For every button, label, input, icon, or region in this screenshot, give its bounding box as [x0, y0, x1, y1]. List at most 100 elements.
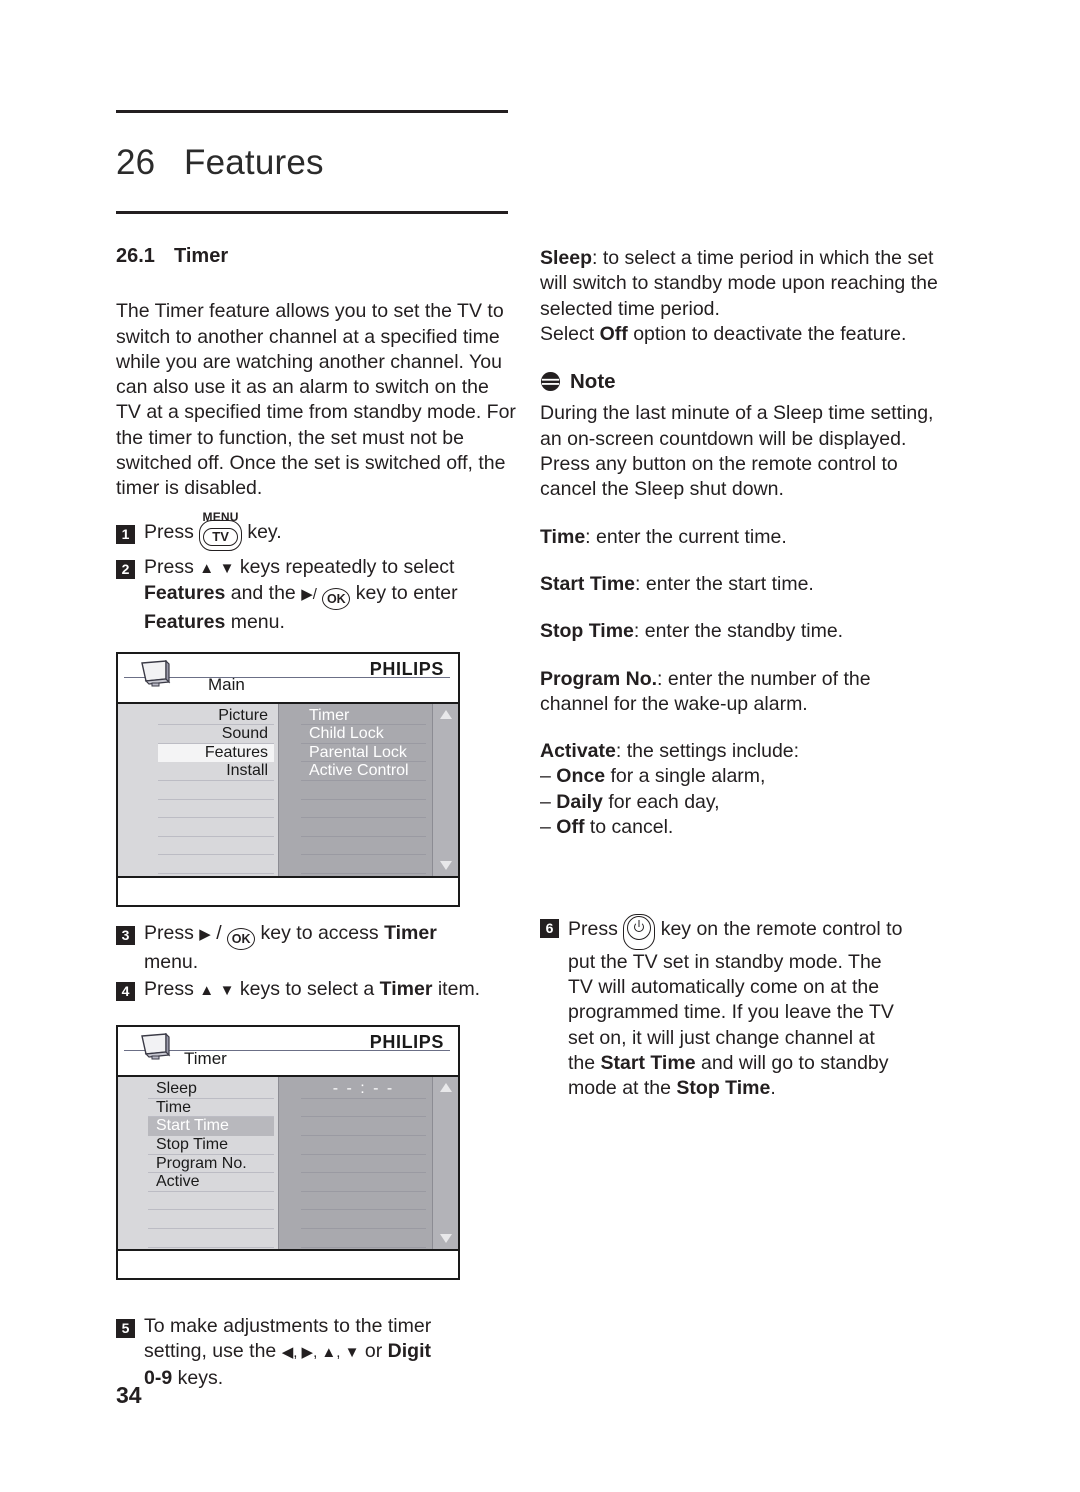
sleep-definition: Sleep: to select a time period in which … — [540, 246, 940, 322]
step-6-press: Press — [568, 918, 618, 941]
osd-timer-item-start-time[interactable]: Start Time — [148, 1117, 274, 1136]
osd-main-item-features[interactable]: Features — [158, 743, 274, 763]
osd-main-sub-empty-row — [301, 837, 426, 856]
chapter-number: 26 — [116, 143, 156, 182]
ok-key[interactable]: OK — [322, 588, 351, 611]
note-icon — [540, 372, 561, 392]
osd-main-empty-row — [158, 800, 274, 819]
osd-main-sub-empty-row — [301, 818, 426, 837]
option-dash: – — [540, 790, 551, 813]
osd-timer-right-list: - - : - - — [278, 1077, 432, 1250]
step-6-body: Press key on the remote control to put t… — [568, 914, 940, 1101]
step-3-body: Press ▶ / OK key to access Timer menu. — [144, 921, 516, 975]
note-heading: Note — [540, 369, 940, 394]
osd-timer-item-time[interactable]: Time — [148, 1099, 274, 1118]
activate-option-once: – Once for a single alarm, — [540, 764, 940, 789]
menu-tv-key[interactable]: MENU TV — [199, 510, 242, 551]
activate-definition: Activate: the settings include: — [540, 739, 940, 764]
step-2-badge: 2 — [116, 559, 135, 579]
ok-key[interactable]: OK — [227, 927, 256, 950]
step-1-press: Press — [144, 520, 194, 543]
time-term: Time — [540, 525, 586, 548]
step-5-line1: To make adjustments to the timer — [144, 1315, 432, 1338]
activate-option-daily: – Daily for each day, — [540, 790, 940, 815]
step-6-stop-time-bold: Stop Time — [676, 1077, 771, 1100]
timer-intro-paragraph: The Timer feature allows you to set the … — [116, 300, 516, 500]
osd-timer-item-active[interactable]: Active — [148, 1173, 274, 1192]
osd-main-sub-child-lock[interactable]: Child Lock — [301, 725, 426, 744]
step-5-line2-b: or — [364, 1340, 383, 1363]
power-standby-key[interactable] — [623, 914, 656, 950]
osd-timer-item-sleep[interactable]: Sleep — [148, 1080, 274, 1099]
step-4-press: Press — [144, 977, 194, 1000]
step-5-line2-a: setting, use the — [144, 1340, 277, 1363]
manual-page: 26 Features 26.1 Timer The Timer feature… — [0, 0, 1080, 1492]
osd-timer-value-empty-row — [301, 1192, 426, 1211]
philips-logo: PHILIPS — [369, 658, 444, 679]
right-arrow-icon: ▶ — [199, 925, 211, 943]
osd-timer-value-empty-row — [301, 1210, 426, 1229]
activate-term: Activate — [540, 740, 616, 763]
option-dash: – — [540, 765, 551, 788]
osd-timer-value-empty-row — [301, 1229, 426, 1248]
osd-main-item-picture[interactable]: Picture — [158, 707, 274, 726]
osd-main-sub-parental-lock[interactable]: Parental Lock — [301, 744, 426, 763]
chapter-title-row: 26 Features — [116, 113, 508, 205]
sleep-off-bold: Off — [599, 322, 628, 345]
osd-main-body: Picture Sound Features Install Timer Chi… — [118, 703, 458, 876]
down-arrow-icon: ▼ — [219, 981, 235, 999]
scroll-up-icon[interactable] — [439, 1083, 452, 1093]
option-off-rest: to cancel. — [589, 816, 674, 839]
step-2: 2 Press ▲ ▼ keys repeatedly to select Fe… — [116, 555, 516, 636]
step-6-line6-b: and will go to standby — [700, 1051, 889, 1074]
osd-main-item-sound[interactable]: Sound — [158, 725, 274, 744]
step-4-text: keys to select a — [239, 977, 375, 1000]
osd-main-sub-active-control[interactable]: Active Control — [301, 762, 426, 781]
step-2-and-the: and the — [230, 582, 296, 605]
osd-main-scrollbar[interactable] — [432, 703, 458, 876]
activate-rest: : the settings include: — [615, 740, 800, 763]
osd-timer-value-field[interactable]: - - : - - — [301, 1080, 426, 1099]
section-number: 26.1 — [116, 245, 155, 267]
scroll-down-icon[interactable] — [439, 860, 452, 870]
osd-main-footer — [118, 875, 458, 905]
section-heading: 26.1 Timer — [116, 244, 516, 269]
step-1: 1 Press MENU TV key. — [116, 510, 516, 551]
step-2-line1-text: keys repeatedly to select — [239, 555, 455, 578]
osd-timer-empty-row — [148, 1192, 274, 1211]
start-time-rest: : enter the start time. — [635, 572, 814, 595]
osd-timer-item-program-no[interactable]: Program No. — [148, 1155, 274, 1174]
step-6: 6 Press key on the remote control to put… — [540, 914, 940, 1101]
step-5-line3-tail: keys. — [177, 1366, 224, 1389]
sleep-rest: : to select a time period in which the s… — [540, 247, 938, 320]
step-4-timer-bold: Timer — [379, 977, 433, 1000]
chapter-header: 26 Features — [116, 110, 508, 214]
osd-timer-empty-row — [148, 1210, 274, 1229]
step-2-body: Press ▲ ▼ keys repeatedly to select Feat… — [144, 555, 516, 636]
osd-main-empty-row — [158, 855, 274, 874]
osd-timer-scrollbar[interactable] — [432, 1077, 458, 1250]
scroll-down-icon[interactable] — [439, 1234, 452, 1244]
step-5-digit-bold: Digit — [387, 1340, 431, 1363]
program-no-term: Program No. — [540, 667, 658, 690]
right-arrow-slash-icon: ▶/ — [301, 586, 317, 604]
step-2-features-bold-2: Features — [144, 611, 226, 634]
step-6-line7-tail: . — [770, 1077, 776, 1100]
osd-timer-item-stop-time[interactable]: Stop Time — [148, 1136, 274, 1155]
step-3-badge: 3 — [116, 925, 135, 945]
option-daily-bold: Daily — [556, 790, 603, 813]
step-3-text: key to access — [260, 921, 379, 944]
start-time-term: Start Time — [540, 572, 636, 595]
osd-main-menu: PHILIPS Main Picture Sound Features Inst… — [116, 651, 460, 907]
step-3-slash: / — [216, 921, 222, 944]
step-6-line2: put the TV set in standby mode. The — [568, 950, 882, 973]
osd-main-item-install[interactable]: Install — [158, 762, 274, 781]
sleep-off-rest: option to deactivate the feature. — [633, 322, 907, 345]
step-3-line2: menu. — [144, 950, 199, 973]
osd-main-sub-timer[interactable]: Timer — [301, 707, 426, 726]
osd-main-empty-row — [158, 781, 274, 800]
osd-main-empty-row — [158, 818, 274, 837]
start-time-definition: Start Time: enter the start time. — [540, 572, 940, 597]
osd-timer-header: PHILIPS Timer — [118, 1027, 458, 1078]
scroll-up-icon[interactable] — [439, 709, 452, 719]
